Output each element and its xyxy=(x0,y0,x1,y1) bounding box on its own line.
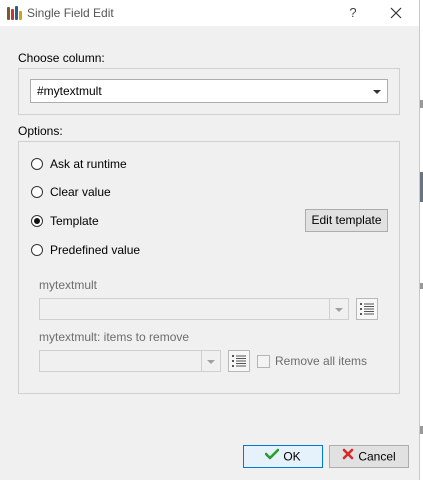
dialog-window: Single Field Edit ? Choose column: #myte… xyxy=(0,0,420,480)
close-button[interactable] xyxy=(386,3,406,23)
chevron-down-icon xyxy=(335,308,343,312)
remove-all-items-checkbox[interactable] xyxy=(257,355,270,368)
choose-column-label: Choose column: xyxy=(18,51,105,65)
mytextmult-label: mytextmult xyxy=(39,278,98,292)
remove-all-items-label: Remove all items xyxy=(275,354,368,368)
options-label: Options: xyxy=(18,124,63,138)
radio-label: Template xyxy=(50,214,99,228)
title-bar: Single Field Edit ? xyxy=(0,0,419,26)
list-icon xyxy=(360,303,374,315)
chevron-down-icon xyxy=(207,360,215,364)
radio-button[interactable] xyxy=(31,244,43,256)
close-icon xyxy=(390,7,402,19)
cancel-label: Cancel xyxy=(358,449,396,464)
books-icon xyxy=(6,5,22,21)
radio-label: Clear value xyxy=(50,185,111,199)
items-to-remove-label: mytextmult: items to remove xyxy=(39,330,190,344)
radio-button[interactable] xyxy=(31,186,43,198)
radio-button[interactable] xyxy=(31,158,43,170)
column-group: #mytextmult xyxy=(18,68,400,115)
radio-label: Predefined value xyxy=(50,243,141,257)
column-select-value: #mytextmult xyxy=(37,84,102,98)
options-group: Ask at runtime Clear value Template Edit… xyxy=(18,141,400,394)
window-title: Single Field Edit xyxy=(27,6,114,20)
radio-button[interactable] xyxy=(31,215,43,227)
ok-label: OK xyxy=(283,449,301,464)
list-icon xyxy=(232,355,246,367)
mytextmult-select[interactable] xyxy=(39,298,349,320)
ok-button[interactable]: OK xyxy=(243,445,323,468)
help-button[interactable]: ? xyxy=(344,3,362,23)
cancel-button[interactable]: Cancel xyxy=(329,445,409,468)
mytextmult-list-button[interactable] xyxy=(356,298,378,320)
chevron-down-icon xyxy=(373,90,381,94)
radio-label: Ask at runtime xyxy=(50,157,127,171)
items-to-remove-select[interactable] xyxy=(39,350,221,372)
column-select[interactable]: #mytextmult xyxy=(30,79,388,103)
x-icon xyxy=(342,446,354,467)
edit-template-button[interactable]: Edit template xyxy=(305,209,388,232)
items-to-remove-list-button[interactable] xyxy=(228,350,250,372)
checkmark-icon xyxy=(265,446,280,467)
